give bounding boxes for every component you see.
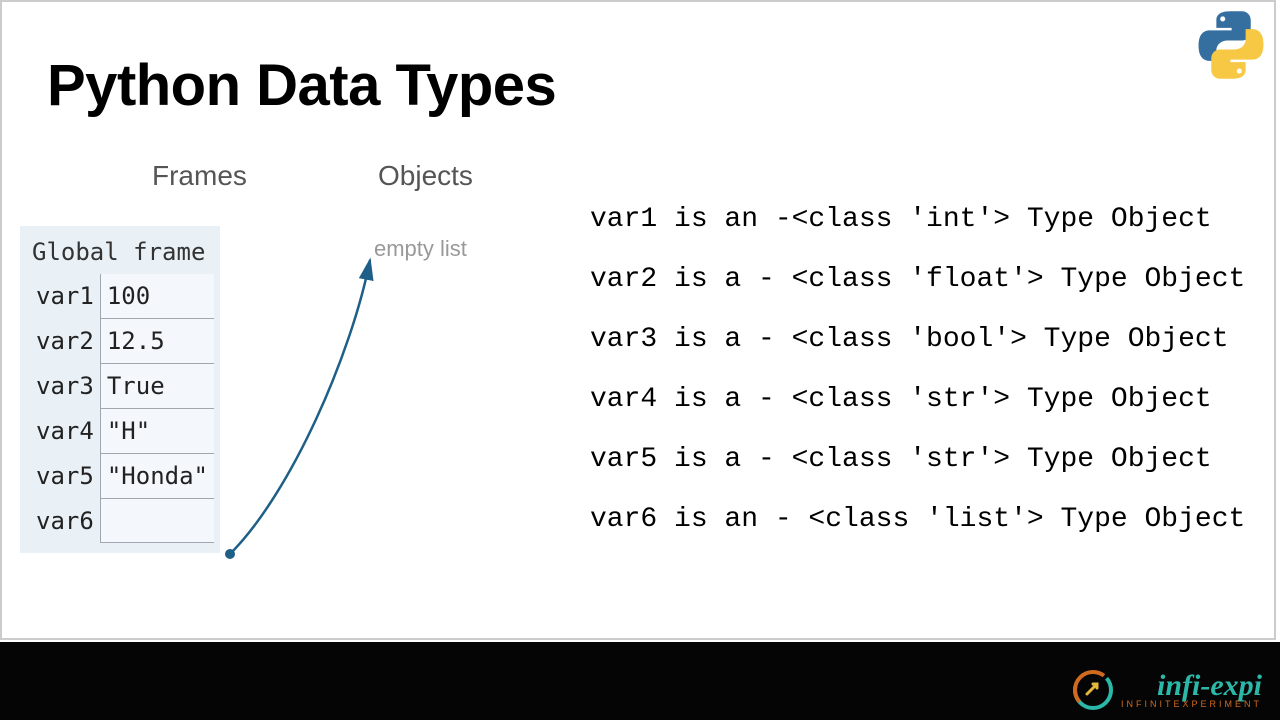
global-frame-box: Global frame var1 100 var2 12.5 var3 Tru… — [20, 226, 220, 553]
brand-logo: infi-expi INFINITEXPERIMENT — [1071, 668, 1262, 712]
table-row: var6 — [26, 499, 214, 543]
frames-column-header: Frames — [152, 160, 247, 192]
var-name: var1 — [26, 274, 100, 319]
var-value: "Honda" — [100, 454, 214, 499]
var-name: var4 — [26, 409, 100, 454]
output-line: var6 is an - <class 'list'> Type Object — [590, 490, 1245, 550]
output-line: var4 is a - <class 'str'> Type Object — [590, 370, 1245, 430]
var-name: var3 — [26, 364, 100, 409]
output-line: var1 is an -<class 'int'> Type Object — [590, 190, 1245, 250]
table-row: var5 "Honda" — [26, 454, 214, 499]
var-name: var5 — [26, 454, 100, 499]
table-row: var2 12.5 — [26, 319, 214, 364]
table-row: var4 "H" — [26, 409, 214, 454]
output-line: var3 is a - <class 'bool'> Type Object — [590, 310, 1245, 370]
var-name: var2 — [26, 319, 100, 364]
var-value: True — [100, 364, 214, 409]
output-line: var2 is a - <class 'float'> Type Object — [590, 250, 1245, 310]
empty-list-label: empty list — [374, 236, 467, 262]
var-name: var6 — [26, 499, 100, 543]
slide-container: Python Data Types Frames Objects Global … — [0, 0, 1276, 640]
var-value: 12.5 — [100, 319, 214, 364]
objects-column-header: Objects — [378, 160, 473, 192]
var-value: "H" — [100, 409, 214, 454]
frame-title: Global frame — [26, 234, 214, 274]
video-bottom-bar: infi-expi INFINITEXPERIMENT — [0, 642, 1280, 720]
table-row: var3 True — [26, 364, 214, 409]
brand-name: infi-expi — [1157, 671, 1262, 701]
slide-title: Python Data Types — [47, 52, 556, 119]
python-logo-icon — [1196, 10, 1266, 80]
pointer-arrow-icon — [202, 232, 402, 572]
table-row: var1 100 — [26, 274, 214, 319]
brand-tagline: INFINITEXPERIMENT — [1121, 699, 1262, 709]
output-line: var5 is a - <class 'str'> Type Object — [590, 430, 1245, 490]
frame-variable-table: var1 100 var2 12.5 var3 True var4 "H" va… — [26, 274, 214, 543]
console-output: var1 is an -<class 'int'> Type Object va… — [590, 190, 1245, 550]
swirl-icon — [1071, 668, 1115, 712]
var-value: 100 — [100, 274, 214, 319]
var-value — [100, 499, 214, 543]
